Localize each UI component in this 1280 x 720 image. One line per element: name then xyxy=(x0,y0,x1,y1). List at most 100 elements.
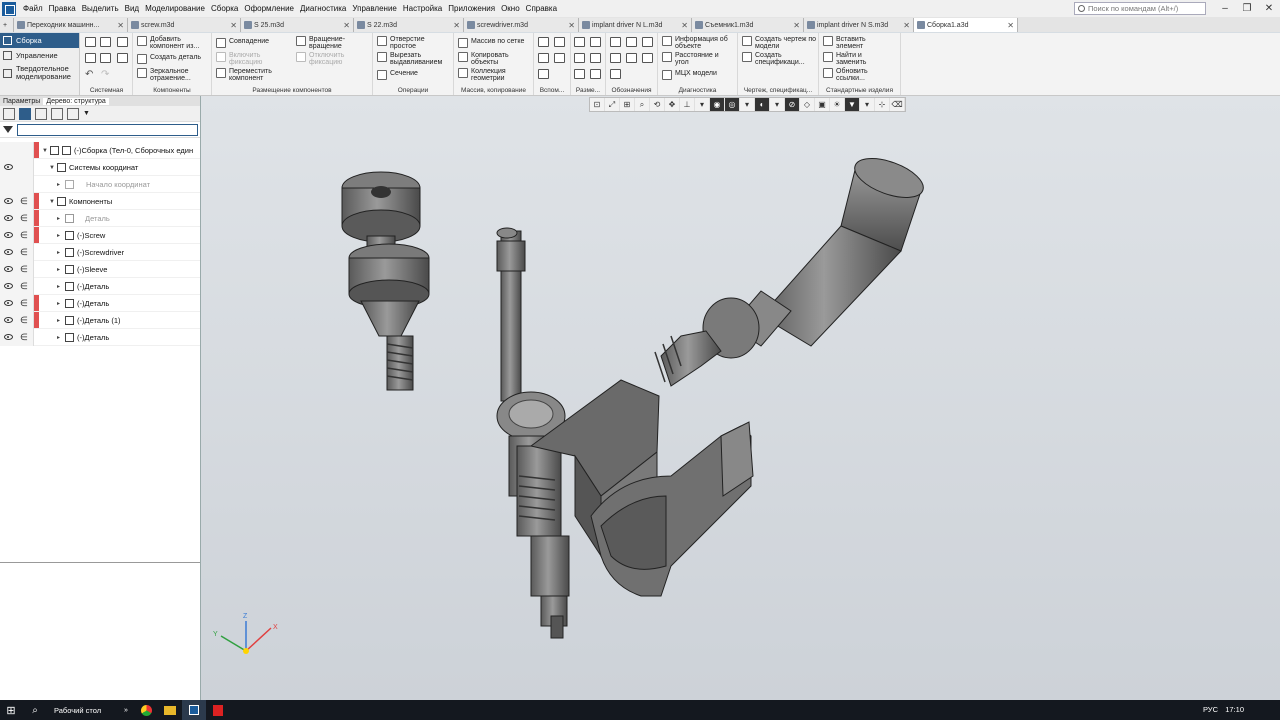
diameter-dim-icon[interactable] xyxy=(590,53,601,63)
menu-file[interactable]: Файл xyxy=(20,0,46,17)
tree-item-screw[interactable]: ∈ ▸ (-)Screw xyxy=(0,227,200,244)
create-spec-button[interactable]: Создать спецификаци... xyxy=(742,52,817,66)
tree-item-screwdriver[interactable]: ∈ ▸ (-)Screwdriver xyxy=(0,244,200,261)
eye-icon[interactable] xyxy=(4,249,13,255)
menu-view[interactable]: Вид xyxy=(122,0,142,17)
start-windows-icon[interactable]: ⊞ xyxy=(0,700,22,720)
close-icon[interactable]: ✕ xyxy=(903,21,910,30)
tree-search-input[interactable] xyxy=(17,123,198,136)
menu-select[interactable]: Выделить xyxy=(79,0,122,17)
include-icon[interactable]: ∈ xyxy=(20,315,28,326)
copy-objects-button[interactable]: Копировать объекты xyxy=(458,52,515,66)
menu-modeling[interactable]: Моделирование xyxy=(142,0,208,17)
chevron-right-icon[interactable]: ▸ xyxy=(57,300,60,307)
command-search-input[interactable]: Поиск по командам (Alt+/) xyxy=(1074,2,1206,15)
chevron-right-icon[interactable]: » xyxy=(118,700,134,720)
components-view-icon[interactable] xyxy=(35,107,47,120)
mark-icon[interactable] xyxy=(626,53,637,63)
object-info-button[interactable]: Информация об объекте xyxy=(662,36,737,50)
eye-icon[interactable] xyxy=(4,334,13,340)
mirror-button[interactable]: Зеркальное отражение... xyxy=(137,68,208,82)
tab-doc-2[interactable]: screw.m3d ✕ xyxy=(128,18,241,32)
plane-icon[interactable] xyxy=(538,37,549,47)
menu-window[interactable]: Окно xyxy=(498,0,523,17)
print-icon[interactable] xyxy=(85,53,96,63)
include-icon[interactable]: ∈ xyxy=(20,264,28,275)
search-icon[interactable]: ⌕ xyxy=(22,700,48,720)
tolerance-icon[interactable] xyxy=(610,53,621,63)
distance-angle-button[interactable]: Расстояние и угол xyxy=(662,52,733,66)
update-links-button[interactable]: Обновить ссылки... xyxy=(823,68,876,82)
line-icon[interactable] xyxy=(538,69,549,79)
menu-diagnostics[interactable]: Диагностика xyxy=(297,0,349,17)
close-icon[interactable]: ✕ xyxy=(117,21,124,30)
close-icon[interactable]: ✕ xyxy=(230,21,237,30)
geometry-collection-button[interactable]: Коллекция геометрии xyxy=(458,68,515,82)
3d-viewport[interactable]: ⊡ ⤢ ⊞ ⌕ ⟲ ✥ ⊥ ▾ ◉ ◎ ▾ ◐ ▾ ⊘ ◇ ▣ ☀ ▼ ▾ ⊹ … xyxy=(201,96,1280,700)
include-icon[interactable]: ∈ xyxy=(20,230,28,241)
radial-dim-icon[interactable] xyxy=(574,53,585,63)
hole-button[interactable]: Отверстие простое xyxy=(377,36,434,50)
grid-array-button[interactable]: Массив по сетке xyxy=(458,38,524,48)
close-button[interactable]: ✕ xyxy=(1258,3,1280,14)
tree-view-icon[interactable] xyxy=(3,107,15,120)
include-icon[interactable]: ∈ xyxy=(20,281,28,292)
roughness-icon[interactable] xyxy=(626,37,637,47)
axis-icon[interactable] xyxy=(554,37,565,47)
filter-icon[interactable] xyxy=(3,126,13,133)
enable-fix-button[interactable]: Включить фиксацию xyxy=(216,52,277,66)
chevron-right-icon[interactable]: ▸ xyxy=(57,232,60,239)
assembly-model[interactable]: Z X Y xyxy=(201,96,1280,700)
language-indicator[interactable]: РУС xyxy=(1203,700,1218,720)
move-component-button[interactable]: Переместить компонент xyxy=(216,68,281,82)
eye-icon[interactable] xyxy=(4,266,13,272)
kompas-taskbar-icon[interactable] xyxy=(182,700,206,720)
undo-icon[interactable]: ↶ xyxy=(85,69,93,80)
leader-icon[interactable] xyxy=(610,37,621,47)
eye-crossed-icon[interactable] xyxy=(4,215,13,221)
close-icon[interactable]: ✕ xyxy=(1007,21,1014,30)
panel-splitter[interactable] xyxy=(0,562,200,563)
tab-tree-structure[interactable]: Дерево: структура xyxy=(43,97,109,105)
cut-extrude-button[interactable]: Вырезать выдавливанием xyxy=(377,52,452,66)
eye-icon[interactable] xyxy=(4,283,13,289)
eye-icon[interactable] xyxy=(4,232,13,238)
add-component-button[interactable]: Добавить компонент из... xyxy=(137,36,208,50)
tree-item-part-2[interactable]: ∈ ▸ (-)Деталь xyxy=(0,278,200,295)
cs-icon[interactable] xyxy=(554,53,565,63)
app-logo-icon[interactable] xyxy=(2,1,16,16)
chevron-right-icon[interactable]: ▸ xyxy=(57,283,60,290)
save-icon[interactable] xyxy=(117,37,128,47)
tree-item-origin[interactable]: ▸ Начало координат xyxy=(0,176,200,193)
angular-dim-icon[interactable] xyxy=(590,37,601,47)
preview-icon[interactable] xyxy=(117,53,128,63)
tree-item-part-4[interactable]: ∈ ▸ (-)Деталь (1) xyxy=(0,312,200,329)
eye-icon[interactable] xyxy=(4,198,13,204)
eye-icon[interactable] xyxy=(4,300,13,306)
new-tab-button[interactable]: + xyxy=(0,18,14,32)
menu-edit[interactable]: Правка xyxy=(46,0,79,17)
menu-apps[interactable]: Приложения xyxy=(445,0,498,17)
chevron-down-icon[interactable]: ▼ xyxy=(83,110,90,117)
minimize-button[interactable]: – xyxy=(1214,3,1236,14)
filter-tree-icon[interactable] xyxy=(67,107,79,120)
find-replace-button[interactable]: Найти и заменить xyxy=(823,52,876,66)
open-icon[interactable] xyxy=(100,37,111,47)
mass-props-button[interactable]: МЦХ модели xyxy=(662,70,717,80)
properties-icon[interactable] xyxy=(100,53,111,63)
close-icon[interactable]: ✕ xyxy=(343,21,350,30)
structure-view-icon[interactable] xyxy=(19,107,31,120)
point-icon[interactable] xyxy=(538,53,549,63)
chevron-right-icon[interactable]: ▸ xyxy=(57,181,60,188)
tab-doc-6[interactable]: implant driver N L.m3d ✕ xyxy=(579,18,692,32)
chevron-right-icon[interactable]: ▸ xyxy=(57,317,60,324)
chevron-right-icon[interactable]: ▸ xyxy=(57,266,60,273)
tab-parameters[interactable]: Параметры xyxy=(0,98,43,105)
chevron-down-icon[interactable]: ▼ xyxy=(49,199,55,205)
include-icon[interactable]: ∈ xyxy=(20,332,28,343)
disable-fix-button[interactable]: Отключить фиксацию xyxy=(296,52,357,66)
menu-manage[interactable]: Управление xyxy=(349,0,399,17)
desktop-toolbar[interactable]: Рабочий стол xyxy=(48,700,118,720)
tab-doc-7[interactable]: Съемник1.m3d ✕ xyxy=(692,18,804,32)
chevron-right-icon[interactable]: ▸ xyxy=(57,334,60,341)
